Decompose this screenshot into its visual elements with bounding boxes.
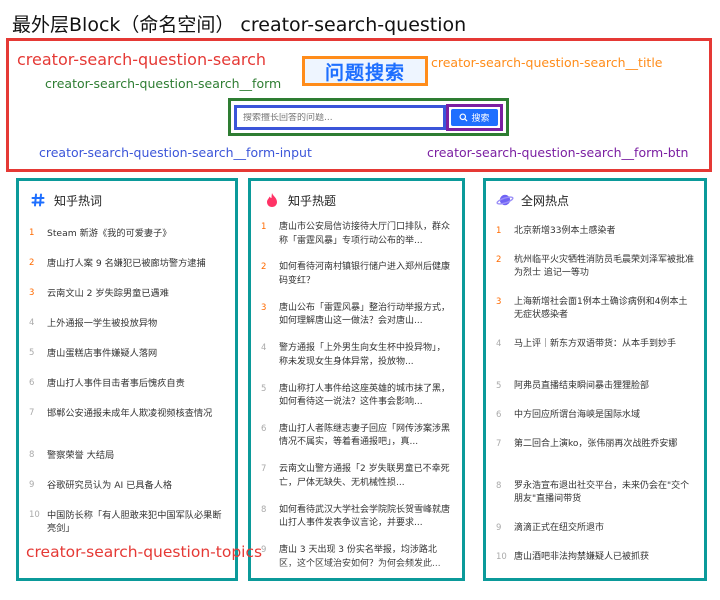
topics-label: creator-search-question-topics [26, 543, 263, 561]
search-icon [459, 113, 468, 122]
topic-column-web-hot: 全网热点 1 北京新增33例本土感染者 2 杭州临平火灾牺牲消防员毛晨荣刘泽军被批准… [483, 178, 707, 581]
search-button[interactable]: 搜索 [451, 109, 498, 126]
list-item[interactable]: 4 马上评｜新东方双语带货：从本手到妙手 [496, 332, 696, 374]
list-item[interactable]: 9 谷歌研究员认为 AI 已具备人格 [29, 471, 227, 501]
column-header: 知乎热题 [251, 181, 462, 219]
flame-icon [263, 191, 281, 209]
planet-icon [496, 191, 514, 209]
search-button-label: 搜索 [471, 114, 490, 124]
topic-list: 1 唐山市公安局信访接待大厅门口排队，群众称「雷霆风暴」专项行动公布的举... 2… [251, 219, 462, 578]
list-item[interactable]: 5 阿弗员直播结束瞬间暴击狸狸脸部 [496, 374, 696, 403]
list-item[interactable]: 4 警方通报「上外男生向女生杯中投异物」，称未发现女生身体异常，投放物... [261, 340, 454, 380]
search-block-label: creator-search-question-search [17, 50, 267, 69]
list-item[interactable]: 6 中方回应所谓台海峡是国际水域 [496, 403, 696, 432]
list-item[interactable]: 1 唐山市公安局信访接待大厅门口排队，群众称「雷霆风暴」专项行动公布的举... [261, 219, 454, 259]
column-title: 知乎热题 [288, 193, 337, 208]
list-item[interactable]: 5 唐山蛋糕店事件嫌疑人落网 [29, 339, 227, 369]
list-item[interactable]: 3 上海新增社会面1例本土确诊病例和4例本土无症状感染者 [496, 290, 696, 332]
list-item[interactable]: 8 警察荣誉 大结局 [29, 441, 227, 471]
list-item[interactable]: 2 如何看待河南村镇银行储户进入郑州后健康码变红？ [261, 259, 454, 299]
search-button-wrapper: 搜索 [446, 104, 503, 131]
input-label: creator-search-question-search__form-inp… [39, 145, 312, 160]
search-input[interactable] [243, 112, 443, 123]
button-label: creator-search-question-search__form-btn [427, 145, 689, 160]
column-header: 知乎热词 [19, 181, 235, 219]
search-title: 问题搜索 [324, 61, 405, 84]
search-block: creator-search-question-search creator-s… [6, 38, 712, 172]
list-item[interactable]: 1 北京新增33例本土感染者 [496, 219, 696, 248]
topic-column-hot-words: 知乎热词 1 Steam 新游《我的可爱妻子》 2 唐山打人案 9 名嫌犯已被廊坊警… [16, 178, 238, 581]
column-title: 全网热点 [521, 193, 570, 208]
list-item[interactable]: 2 唐山打人案 9 名嫌犯已被廊坊警方逮捕 [29, 249, 227, 279]
search-form: 搜索 [228, 98, 509, 136]
list-item[interactable]: 7 邯郸公安通报未成年人欺凌视频核查情况 [29, 399, 227, 441]
list-item[interactable]: 8 如何看待武汉大学社会学院院长贺雪峰就唐山打人事件发表争议言论，并要求... [261, 502, 454, 542]
list-item[interactable]: 7 云南文山警方通报「2 岁失联男童已不幸死亡，尸体无缺失、无机械性损... [261, 461, 454, 501]
topic-list: 1 北京新增33例本土感染者 2 杭州临平火灾牺牲消防员毛晨荣刘泽军被批准为烈士 追… [486, 219, 704, 574]
list-item[interactable]: 6 唐山打人事件目击者事后愧疚自责 [29, 369, 227, 399]
list-item[interactable]: 7 第二回合上演ko，张伟丽再次战胜乔安娜 [496, 432, 696, 474]
list-item[interactable]: 10 中国防长称「有人胆敢来犯中国军队必果断亮剑」 [29, 501, 227, 543]
list-item[interactable]: 2 杭州临平火灾牺牲消防员毛晨荣刘泽军被批准为烈士 追记一等功 [496, 248, 696, 290]
page-title: 最外层Block（命名空间） creator-search-question [12, 14, 467, 36]
form-label: creator-search-question-search__form [45, 76, 282, 91]
search-input-wrapper [234, 105, 446, 130]
list-item[interactable]: 1 Steam 新游《我的可爱妻子》 [29, 219, 227, 249]
column-header: 全网热点 [486, 181, 704, 219]
list-item[interactable]: 10 唐山酒吧非法拘禁嫌疑人已被抓获 [496, 545, 696, 574]
list-item[interactable]: 6 唐山打人者陈继志妻子回应「网传涉案涉黑情况不属实，等着看通报吧」，真... [261, 421, 454, 461]
list-item[interactable]: 3 唐山公布「雷霆风暴」整治行动举报方式，如何理解唐山这一做法？会对唐山... [261, 300, 454, 340]
list-item[interactable]: 4 上外通报一学生被投放异物 [29, 309, 227, 339]
column-title: 知乎热词 [54, 193, 103, 208]
list-item[interactable]: 3 云南文山 2 岁失踪男童已遇难 [29, 279, 227, 309]
hash-icon [29, 191, 47, 209]
topic-list: 1 Steam 新游《我的可爱妻子》 2 唐山打人案 9 名嫌犯已被廊坊警方逮捕 3… [19, 219, 235, 543]
list-item[interactable]: 8 罗永浩宣布退出社交平台，未来仍会在"交个朋友"直播间带货 [496, 474, 696, 516]
list-item[interactable]: 9 滴滴正式在纽交所退市 [496, 516, 696, 545]
topic-column-hot-questions: 知乎热题 1 唐山市公安局信访接待大厅门口排队，群众称「雷霆风暴」专项行动公布的举… [248, 178, 465, 581]
title-label: creator-search-question-search__title [431, 55, 663, 70]
list-item[interactable]: 5 唐山称打人事件给这座英雄的城市抹了黑，如何看待这一说法？这件事会影响... [261, 381, 454, 421]
fade-overlay [251, 562, 462, 578]
search-title-box: 问题搜索 [302, 56, 428, 86]
